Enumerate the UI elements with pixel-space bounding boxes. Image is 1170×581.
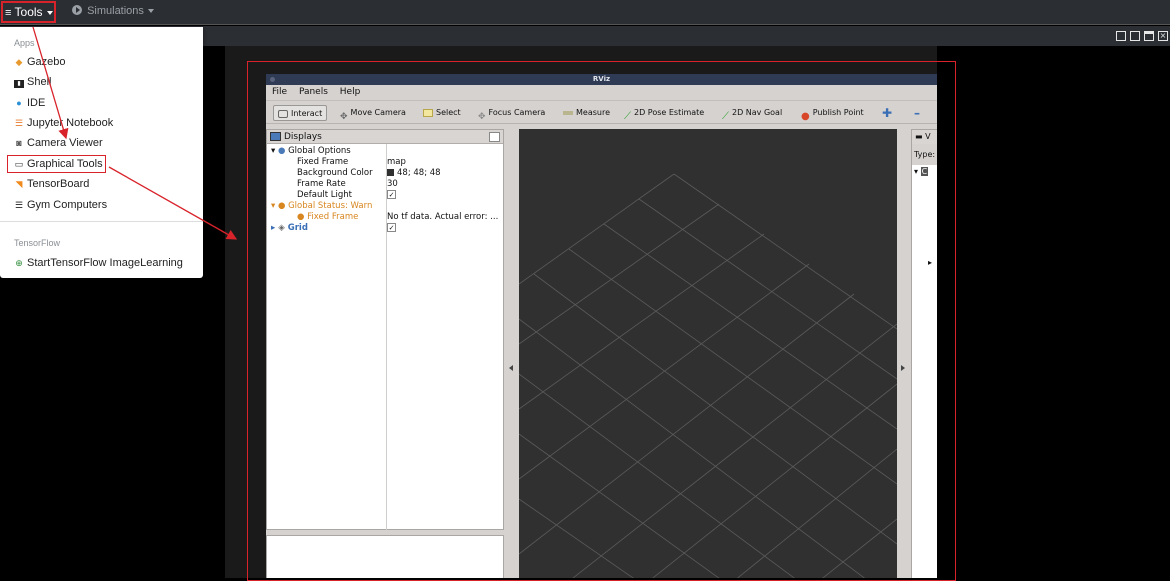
- jupyter-icon: ☰: [14, 118, 24, 128]
- tensorflow-section-title: TensorFlow: [14, 238, 61, 248]
- hamburger-icon: ≡: [5, 7, 12, 19]
- maximize-icon[interactable]: [1144, 31, 1154, 41]
- camera-icon: ◙: [16, 138, 22, 148]
- plus-circle-icon: ⊕: [15, 258, 23, 268]
- menu-item-ide[interactable]: ● IDE: [14, 95, 45, 111]
- caret-down-icon: [147, 9, 154, 14]
- top-bar: ≡ Tools Simulations: [0, 0, 1170, 25]
- menu-item-jupyter[interactable]: ☰ Jupyter Notebook: [14, 115, 113, 131]
- terminal-icon: ▮: [14, 80, 24, 88]
- graphical-tools-highlight-box: [7, 155, 106, 173]
- ide-icon: ●: [16, 98, 22, 108]
- simulations-label: Simulations: [87, 5, 144, 17]
- menu-item-gazebo[interactable]: ◆ Gazebo: [14, 54, 66, 70]
- rviz-highlight-box: [247, 61, 956, 581]
- gazebo-icon: ◆: [15, 57, 23, 67]
- tools-dropdown-menu: Apps ◆ Gazebo ▮ Shell ● IDE ☰ Jupyter Notebo…: [0, 27, 203, 278]
- menu-item-gym-computers[interactable]: ☰ Gym Computers: [14, 197, 107, 213]
- tensorboard-icon: ◥: [15, 179, 23, 189]
- menu-item-tensorboard[interactable]: ◥ TensorBoard: [14, 176, 90, 192]
- tools-menu-button[interactable]: ≡ Tools: [1, 1, 56, 23]
- close-icon[interactable]: ×: [1158, 31, 1168, 41]
- apps-section-title: Apps: [14, 38, 35, 48]
- play-circle-icon: [72, 5, 82, 15]
- restore-icon[interactable]: [1116, 31, 1126, 41]
- caret-down-icon: [46, 10, 53, 15]
- menu-item-shell[interactable]: ▮ Shell: [14, 74, 51, 90]
- simulations-menu-button[interactable]: Simulations: [72, 5, 154, 17]
- menu-item-camera-viewer[interactable]: ◙ Camera Viewer: [14, 135, 102, 151]
- menu-item-start-tensorflow[interactable]: ⊕ StartTensorFlow ImageLearning: [14, 255, 183, 271]
- tools-label: Tools: [14, 5, 43, 19]
- server-icon: ☰: [14, 200, 24, 210]
- minimize-icon[interactable]: [1130, 31, 1140, 41]
